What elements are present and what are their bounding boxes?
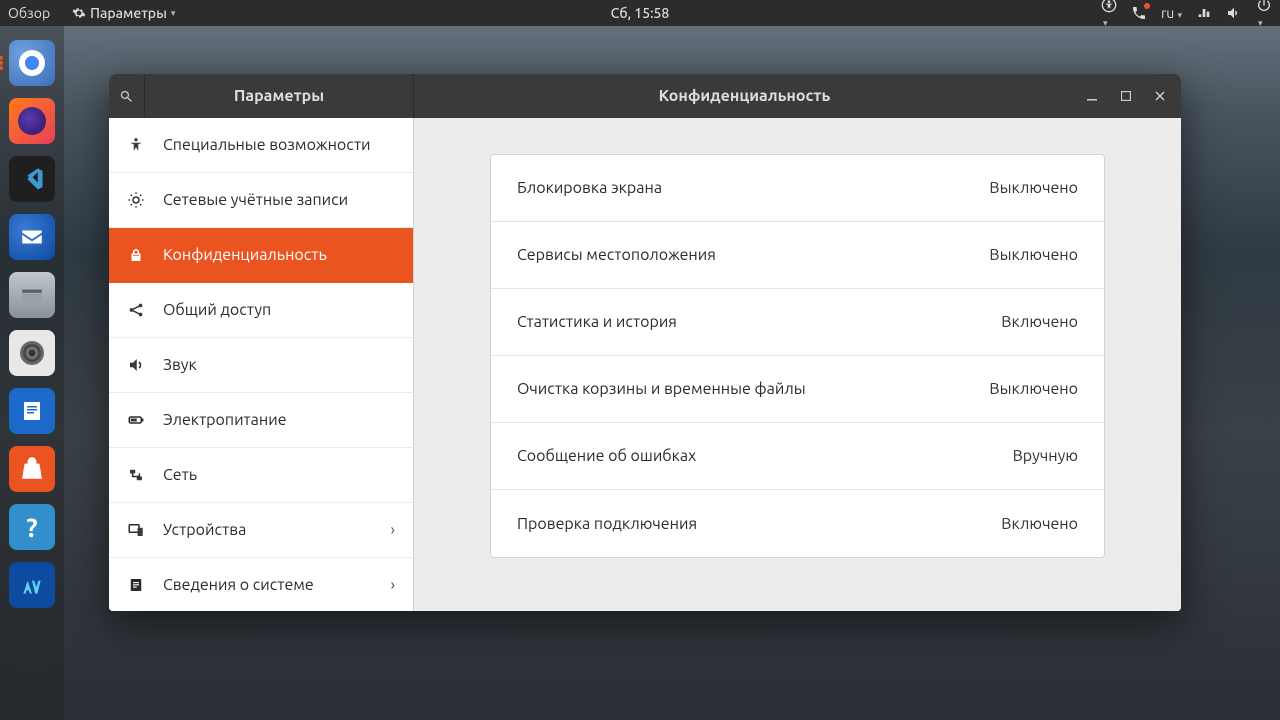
sidebar-item-label: Сведения о системе [163,576,314,594]
sidebar-item-privacy[interactable]: Конфиденциальность [109,228,413,283]
info-icon [127,576,145,594]
sidebar-item-label: Конфиденциальность [163,246,327,264]
dock-thunderbird[interactable] [9,214,55,260]
app-menu-label: Параметры [90,5,167,21]
sidebar-item-share[interactable]: Общий доступ [109,283,413,338]
sidebar-title: Параметры [145,87,413,105]
minimize-icon [1087,91,1097,101]
power-icon [1256,0,1272,13]
power-icon [127,411,145,429]
sidebar-item-label: Общий доступ [163,301,271,319]
search-icon [119,89,134,104]
row-value: Выключено [989,246,1078,264]
app-menu[interactable]: Параметры ▾ [72,5,175,21]
search-button[interactable] [109,74,145,118]
dock-files[interactable] [9,272,55,318]
devices-icon [127,521,145,539]
privacy-row[interactable]: Сообщение об ошибках Вручную [491,423,1104,490]
show-applications-button[interactable] [17,670,47,700]
sidebar-item-sound[interactable]: Звук [109,338,413,393]
dock-vm[interactable] [9,562,55,608]
dock-chrome[interactable] [9,40,55,86]
row-label: Сервисы местоположения [517,246,716,264]
dock-vscode[interactable] [9,156,55,202]
share-icon [127,301,145,319]
top-panel: Обзор Параметры ▾ Сб, 15:58 ▾ ru ▾ ▾ [0,0,1280,26]
power-menu[interactable]: ▾ [1256,0,1272,29]
maximize-icon [1121,91,1131,101]
chevron-down-icon: ▾ [171,8,176,19]
notification-icon[interactable] [1131,5,1147,21]
row-label: Очистка корзины и временные файлы [517,380,806,398]
sidebar-item-power[interactable]: Электропитание [109,393,413,448]
dock-writer[interactable] [9,388,55,434]
sidebar-item-label: Специальные возможности [163,136,371,154]
row-value: Включено [1001,515,1078,533]
row-label: Статистика и история [517,313,677,331]
sidebar-item-label: Звук [163,356,197,374]
a11y-icon [127,136,145,154]
dock: ? [0,26,64,720]
accounts-icon [127,191,145,209]
dock-software[interactable] [9,446,55,492]
sidebar-item-label: Устройства [163,521,246,539]
sidebar-item-label: Сетевые учётные записи [163,191,348,209]
network-icon [127,466,145,484]
privacy-row[interactable]: Сервисы местоположения Выключено [491,222,1104,289]
window-close-button[interactable] [1143,74,1177,118]
chevron-down-icon: ▾ [1103,18,1108,28]
window-maximize-button[interactable] [1109,74,1143,118]
row-value: Выключено [989,380,1078,398]
sound-icon [127,356,145,374]
dock-help[interactable]: ? [9,504,55,550]
privacy-row[interactable]: Блокировка экрана Выключено [491,155,1104,222]
sidebar-item-devices[interactable]: Устройства › [109,503,413,558]
privacy-list: Блокировка экранаВыключеноСервисы местоп… [490,154,1105,558]
chevron-right-icon: › [391,521,396,539]
chevron-down-icon: ▾ [1177,10,1182,20]
row-label: Проверка подключения [517,515,697,533]
accessibility-icon [1101,0,1117,13]
row-value: Вручную [1013,447,1078,465]
accessibility-menu[interactable]: ▾ [1101,0,1117,29]
keyboard-layout-indicator[interactable]: ru ▾ [1161,5,1182,21]
privacy-row[interactable]: Проверка подключения Включено [491,490,1104,557]
activities-button[interactable]: Обзор [8,5,50,21]
page-title: Конфиденциальность [414,87,1075,105]
privacy-row[interactable]: Статистика и история Включено [491,289,1104,356]
privacy-row[interactable]: Очистка корзины и временные файлы Выключе… [491,356,1104,423]
window-minimize-button[interactable] [1075,74,1109,118]
gear-icon [72,6,86,20]
sidebar-item-label: Сеть [163,466,197,484]
row-value: Выключено [989,179,1078,197]
sidebar-item-info[interactable]: Сведения о системе › [109,558,413,611]
row-value: Включено [1001,313,1078,331]
network-icon[interactable] [1196,5,1212,21]
row-label: Блокировка экрана [517,179,662,197]
close-icon [1155,91,1165,101]
lang-label: ru [1161,5,1174,21]
volume-icon[interactable] [1226,5,1242,21]
sidebar-item-label: Электропитание [163,411,287,429]
sidebar-item-a11y[interactable]: Специальные возможности [109,118,413,173]
sidebar-item-accounts[interactable]: Сетевые учётные записи [109,173,413,228]
settings-sidebar: Специальные возможности Сетевые учётные з… [109,118,414,611]
chevron-right-icon: › [391,576,396,594]
row-label: Сообщение об ошибках [517,447,696,465]
chevron-down-icon: ▾ [1258,18,1263,28]
privacy-icon [127,246,145,264]
sidebar-item-network[interactable]: Сеть [109,448,413,503]
dock-firefox[interactable] [9,98,55,144]
settings-content: Блокировка экранаВыключеноСервисы местоп… [414,118,1181,611]
window-titlebar[interactable]: Параметры Конфиденциальность [109,74,1181,118]
panel-clock[interactable]: Сб, 15:58 [611,5,670,21]
dock-rhythmbox[interactable] [9,330,55,376]
settings-window: Параметры Конфиденциальность Специальные… [109,74,1181,611]
